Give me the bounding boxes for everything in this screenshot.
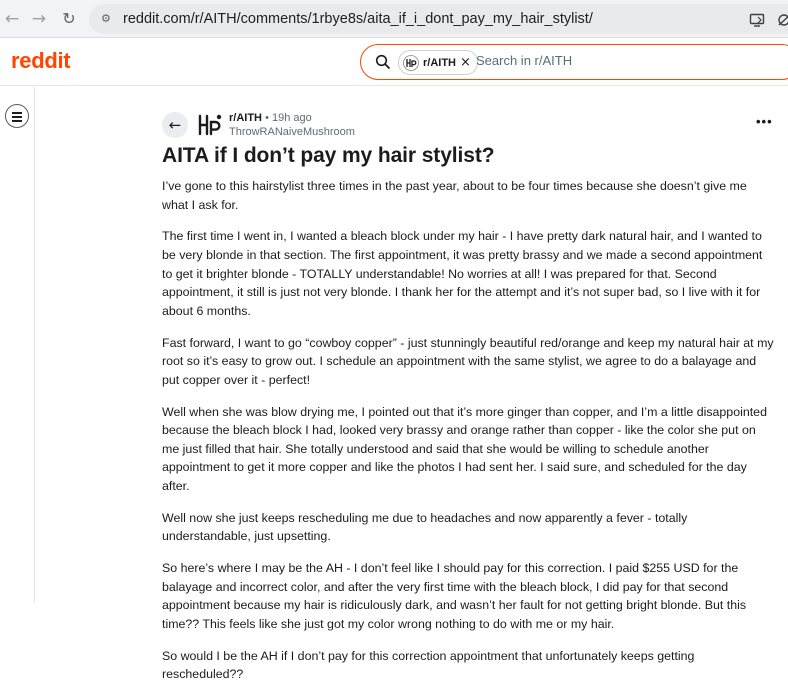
reload-icon[interactable]: ↻ [59,9,79,29]
more-options-icon[interactable]: ••• [756,114,773,129]
post-meta: r/AITH • 19h ago [229,112,312,124]
cast-icon[interactable] [749,13,765,27]
separator-dot: • [265,112,269,124]
author-link[interactable]: ThrowRANaiveMushroom [229,126,355,138]
subreddit-filter-chip[interactable]: r/AITH × [398,50,478,75]
address-bar[interactable]: ⚙ reddit.com/r/AITH/comments/1rbye8s/ait… [89,4,788,34]
chip-label: r/AITH [423,56,456,69]
search-bar[interactable]: r/AITH × [360,44,788,80]
menu-icon[interactable] [5,104,29,128]
back-arrow-icon[interactable]: ← [2,9,22,29]
subreddit-link[interactable]: r/AITH [229,112,262,124]
subreddit-avatar-icon [403,54,419,71]
post-paragraph: The first time I went in, I wanted a ble… [162,229,763,318]
post-title: AITA if I don’t pay my hair stylist? [162,144,495,167]
reddit-header: reddit r/AITH × [0,39,788,86]
left-rail [0,87,35,602]
post-body: I’ve gone to this hairstylist three time… [162,177,776,697]
post-paragraph: So would I be the AH if I don’t pay for … [162,648,695,682]
forward-arrow-icon[interactable]: → [29,9,49,29]
post-paragraph: So here’s where I may be the AH - I don’… [162,561,747,631]
close-icon[interactable]: × [460,55,471,70]
post-time: 19h ago [271,112,312,124]
browser-toolbar: ← → ↻ ⚙ reddit.com/r/AITH/comments/1rbye… [0,0,788,38]
site-info-icon[interactable]: ⚙ [101,12,115,26]
extension-icon[interactable] [777,13,788,27]
search-input[interactable] [476,53,676,68]
post-paragraph: Well when she was blow drying me, I poin… [162,404,767,493]
back-button[interactable]: ← [162,112,188,138]
url-text[interactable]: reddit.com/r/AITH/comments/1rbye8s/aita_… [123,11,593,27]
reddit-logo[interactable]: reddit [11,48,71,74]
post-paragraph: I’ve gone to this hairstylist three time… [162,179,747,212]
post-paragraph: Fast forward, I want to go “cowboy coppe… [162,335,774,387]
post-paragraph: Well now she just keeps rescheduling me … [162,510,688,544]
search-icon [375,54,390,69]
subreddit-avatar-icon[interactable] [195,110,225,140]
